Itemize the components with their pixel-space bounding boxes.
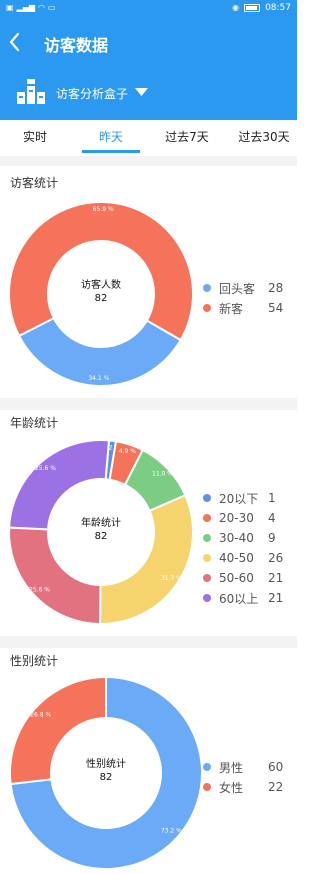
- legend-label: 20以下: [219, 491, 259, 506]
- donut-center-title: 性别统计: [86, 757, 126, 770]
- legend-item-2-1[interactable]: 女性 22: [203, 777, 283, 797]
- legend-color-dot-icon: [203, 783, 211, 791]
- legend-label: 20-30: [219, 511, 254, 525]
- donut-slice-1-5[interactable]: [8, 439, 111, 531]
- legend-value: 22: [268, 780, 284, 794]
- section-title-gender: 性别统计: [10, 654, 59, 668]
- legend-label: 新客: [219, 301, 244, 316]
- slice-percent-label: 65.9 %: [93, 206, 114, 213]
- date-range-tabs: 实时 昨天 过去7天 过去30天: [0, 120, 297, 156]
- slice-percent-label: 31.7 %: [161, 575, 182, 582]
- legend-label: 30-40: [219, 531, 254, 545]
- legend-color-dot-icon: [203, 574, 211, 582]
- legend-value: 21: [268, 591, 284, 605]
- legend-label: 40-50: [219, 551, 254, 565]
- legend-item-1-3[interactable]: 40-50 26: [203, 548, 283, 568]
- legend-label: 回头客: [219, 281, 256, 296]
- legend-color-dot-icon: [203, 554, 211, 562]
- donut-center-title: 访客人数: [81, 278, 121, 291]
- legend-value: 54: [268, 301, 284, 315]
- legend-item-0-0[interactable]: 回头客 28: [203, 278, 283, 298]
- legend-color-dot-icon: [203, 594, 211, 602]
- legend-value: 4: [268, 511, 276, 525]
- active-tab-indicator: [82, 150, 140, 153]
- status-time: 08:57: [265, 3, 291, 13]
- store-name[interactable]: 访客分析盒子: [56, 85, 128, 102]
- legend-item-2-0[interactable]: 男性 60: [203, 757, 283, 777]
- slice-percent-label: 25.6 %: [35, 465, 56, 472]
- boxes-icon: [17, 79, 45, 104]
- back-arrow-icon[interactable]: [4, 28, 28, 56]
- gender-donut-chart: 73.2 % 26.8 % 性别统计 82: [9, 675, 203, 870]
- legend-item-1-0[interactable]: 20以下 1: [203, 488, 283, 508]
- legend-value: 60: [268, 760, 284, 774]
- eye-icon: ◉: [232, 3, 240, 12]
- legend-value: 1: [268, 491, 276, 505]
- tab-yesterday[interactable]: 昨天: [96, 128, 126, 145]
- nav-bar: 访客数据: [0, 18, 297, 66]
- age-legend: 20以下 1 20-30 4 30-40 9 40-50 26 50-60 21 60以上 21: [203, 488, 283, 608]
- slice-percent-label: 4.9 %: [119, 448, 136, 455]
- dropdown-triangle-icon[interactable]: [135, 87, 148, 97]
- legend-label: 女性: [219, 780, 244, 795]
- donut-slice-0-1[interactable]: [8, 201, 194, 342]
- slice-percent-label: 26.8 %: [30, 711, 51, 718]
- section-title-age: 年龄统计: [10, 416, 59, 430]
- wifi-icon: ◠: [38, 3, 46, 12]
- donut-center-value: 82: [95, 293, 108, 304]
- slice-percent-label: 25.6 %: [29, 586, 50, 593]
- legend-color-dot-icon: [203, 284, 211, 292]
- status-left: ▣ ▂▄▆ ◠ ▭: [6, 3, 56, 13]
- tab-last-7-days[interactable]: 过去7天: [163, 128, 211, 145]
- legend-color-dot-icon: [203, 514, 211, 522]
- legend-item-1-2[interactable]: 30-40 9: [203, 528, 283, 548]
- legend-value: 26: [268, 551, 284, 565]
- donut-slice-1-3[interactable]: [99, 493, 194, 625]
- page-title: 访客数据: [44, 36, 109, 55]
- battery-icon: [244, 4, 261, 12]
- store-selector[interactable]: 访客分析盒子: [0, 66, 297, 120]
- status-bar: ▣ ▂▄▆ ◠ ▭ ◉ 08:57: [0, 0, 297, 18]
- message-icon: ▭: [48, 3, 56, 12]
- tab-realtime[interactable]: 实时: [20, 128, 50, 145]
- legend-item-0-1[interactable]: 新客 54: [203, 298, 283, 318]
- section-title-visitor: 访客统计: [10, 176, 59, 190]
- donut-slice-1-4[interactable]: [8, 526, 102, 626]
- section-divider: [0, 636, 297, 648]
- slice-percent-label: 11.0 %: [152, 471, 173, 478]
- section-divider: [0, 156, 297, 166]
- status-right: ◉ 08:57: [232, 3, 291, 13]
- legend-label: 60以上: [219, 591, 259, 606]
- visitor-legend: 回头客 28 新客 54: [203, 278, 283, 318]
- slice-percent-label: 34.1 %: [88, 375, 109, 382]
- legend-color-dot-icon: [203, 763, 211, 771]
- signal-icon: ▂▄▆: [16, 3, 36, 12]
- gender-legend: 男性 60 女性 22: [203, 757, 283, 797]
- tab-last-30-days[interactable]: 过去30天: [236, 128, 292, 145]
- legend-color-dot-icon: [203, 534, 211, 542]
- donut-center-value: 82: [95, 531, 108, 542]
- legend-value: 9: [268, 531, 276, 545]
- legend-value: 28: [268, 281, 284, 295]
- legend-item-1-5[interactable]: 60以上 21: [203, 588, 283, 608]
- sim-icon: ▣: [6, 3, 14, 12]
- visitor-donut-chart: 34.1 % 65.9 % 访客人数 82: [8, 201, 194, 387]
- age-donut-chart: 1.2 %4.9 %11.0 %31.7 %25.6 %25.6 %年龄统计82: [8, 439, 194, 626]
- legend-color-dot-icon: [203, 304, 211, 312]
- slice-percent-label: 73.2 %: [161, 828, 182, 835]
- legend-value: 21: [268, 571, 284, 585]
- legend-label: 50-60: [219, 571, 254, 585]
- section-divider: [0, 398, 297, 410]
- donut-center-value: 82: [100, 772, 113, 783]
- legend-label: 男性: [219, 760, 244, 775]
- legend-color-dot-icon: [203, 494, 211, 502]
- legend-item-1-4[interactable]: 50-60 21: [203, 568, 283, 588]
- donut-center-title: 年龄统计: [81, 516, 121, 529]
- legend-item-1-1[interactable]: 20-30 4: [203, 508, 283, 528]
